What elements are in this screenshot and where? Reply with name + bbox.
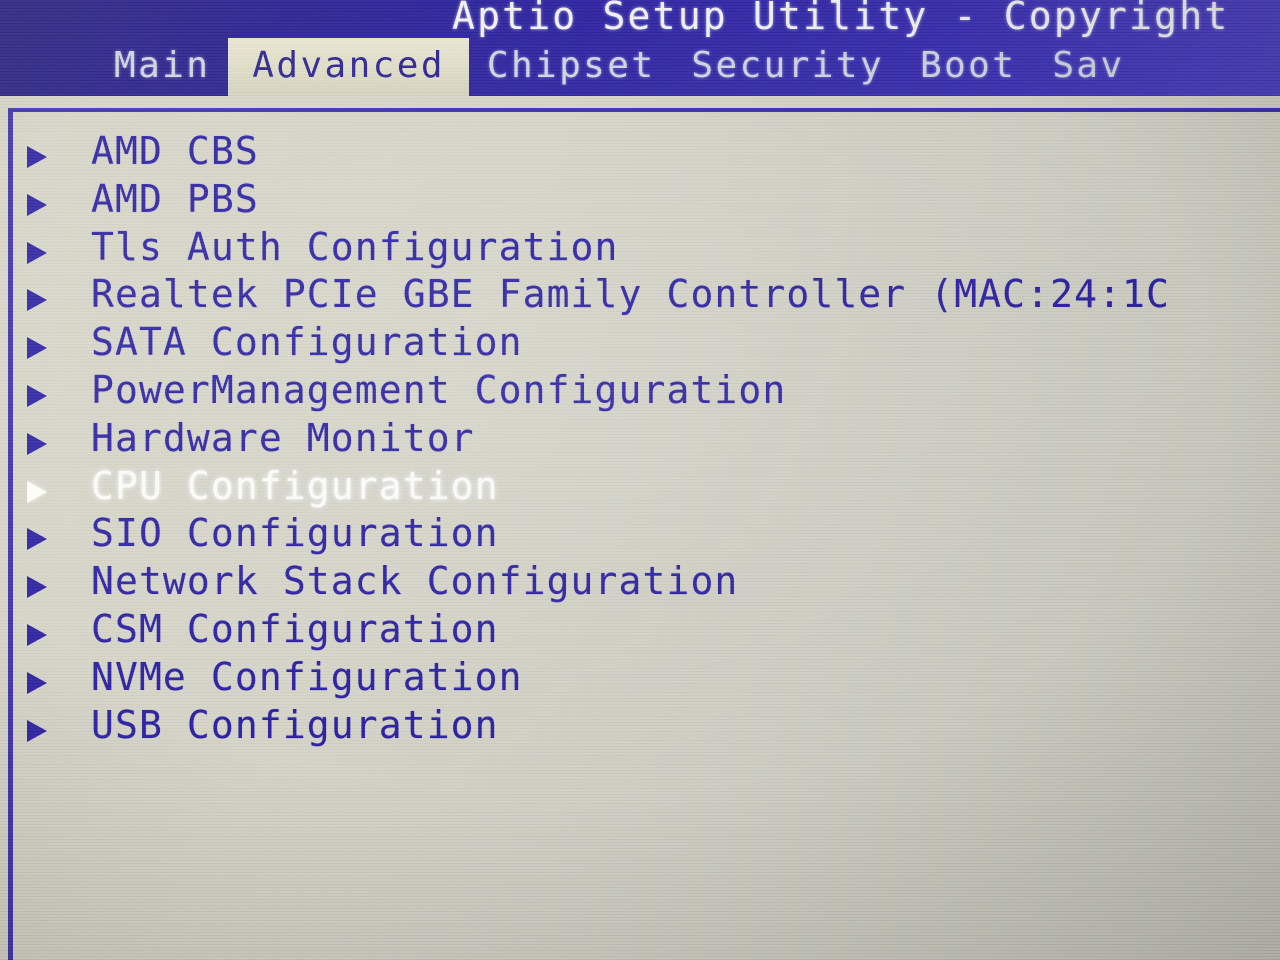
menu-item-label: AMD PBS bbox=[91, 179, 259, 221]
menu-item-realtek-pcie-gbe-family-controller[interactable]: Realtek PCIe GBE Family Controller (MAC:… bbox=[27, 275, 1280, 323]
triangle-right-icon bbox=[27, 480, 47, 503]
menu-item-label: CPU Configuration bbox=[91, 466, 499, 508]
menu-item-label: USB Configuration bbox=[91, 705, 499, 747]
triangle-right-icon bbox=[27, 193, 47, 216]
title-bar: Aptio Setup Utility - Copyright bbox=[0, 0, 1280, 42]
triangle-right-icon bbox=[27, 384, 47, 407]
tab-sav[interactable]: Sav bbox=[1034, 38, 1142, 96]
menu-item-label: Hardware Monitor bbox=[91, 418, 475, 460]
bios-setup-screen: Aptio Setup Utility - Copyright Main Adva… bbox=[0, 0, 1280, 960]
menu-item-label: Network Stack Configuration bbox=[91, 562, 739, 604]
menu-item-label: SATA Configuration bbox=[91, 323, 523, 365]
bios-header: Aptio Setup Utility - Copyright Main Adva… bbox=[0, 0, 1280, 96]
menu-item-sio-configuration[interactable]: SIO Configuration bbox=[27, 514, 1280, 562]
menu-item-label: SIO Configuration bbox=[91, 514, 499, 556]
tab-security[interactable]: Security bbox=[673, 38, 902, 96]
menu-item-label: NVMe Configuration bbox=[91, 657, 523, 699]
content-panel: AMD CBS AMD PBS Tls Auth Configuration Real… bbox=[8, 108, 1280, 960]
menu-item-label: Tls Auth Configuration bbox=[91, 227, 619, 269]
menu-item-nvme-configuration[interactable]: NVMe Configuration bbox=[27, 658, 1280, 706]
menu-item-tls-auth-configuration[interactable]: Tls Auth Configuration bbox=[27, 228, 1280, 276]
triangle-right-icon bbox=[27, 671, 47, 694]
menu-item-csm-configuration[interactable]: CSM Configuration bbox=[27, 610, 1280, 658]
tab-bar: Main Advanced Chipset Security Boot Sav bbox=[0, 38, 1280, 96]
triangle-right-icon bbox=[27, 623, 47, 646]
menu-item-label: PowerManagement Configuration bbox=[91, 370, 787, 412]
tab-main[interactable]: Main bbox=[96, 38, 228, 96]
triangle-right-icon bbox=[27, 576, 47, 599]
triangle-right-icon bbox=[27, 241, 47, 264]
triangle-right-icon bbox=[27, 528, 47, 551]
menu-item-hardware-monitor[interactable]: Hardware Monitor bbox=[27, 419, 1280, 467]
menu-item-sata-configuration[interactable]: SATA Configuration bbox=[27, 323, 1280, 371]
triangle-right-icon bbox=[27, 432, 47, 455]
menu-item-label: CSM Configuration bbox=[91, 609, 499, 651]
triangle-right-icon bbox=[27, 146, 47, 168]
menu-item-powermanagement-configuration[interactable]: PowerManagement Configuration bbox=[27, 371, 1280, 419]
menu-item-amd-pbs[interactable]: AMD PBS bbox=[27, 180, 1280, 228]
advanced-menu-list: AMD CBS AMD PBS Tls Auth Configuration Real… bbox=[27, 132, 1280, 753]
menu-item-amd-cbs[interactable]: AMD CBS bbox=[27, 132, 1280, 180]
menu-item-label: Realtek PCIe GBE Family Controller (MAC:… bbox=[91, 275, 1171, 317]
menu-item-usb-configuration[interactable]: USB Configuration bbox=[27, 706, 1280, 754]
triangle-right-icon bbox=[27, 337, 47, 360]
page-title: Aptio Setup Utility - Copyright bbox=[452, 0, 1230, 38]
tab-chipset[interactable]: Chipset bbox=[469, 38, 674, 96]
triangle-right-icon bbox=[27, 289, 47, 312]
menu-item-network-stack-configuration[interactable]: Network Stack Configuration bbox=[27, 562, 1280, 610]
tab-advanced[interactable]: Advanced bbox=[228, 38, 469, 96]
tab-boot[interactable]: Boot bbox=[902, 38, 1034, 96]
triangle-right-icon bbox=[27, 719, 47, 742]
menu-item-label: AMD CBS bbox=[91, 132, 259, 173]
menu-item-cpu-configuration[interactable]: CPU Configuration bbox=[27, 467, 1280, 515]
